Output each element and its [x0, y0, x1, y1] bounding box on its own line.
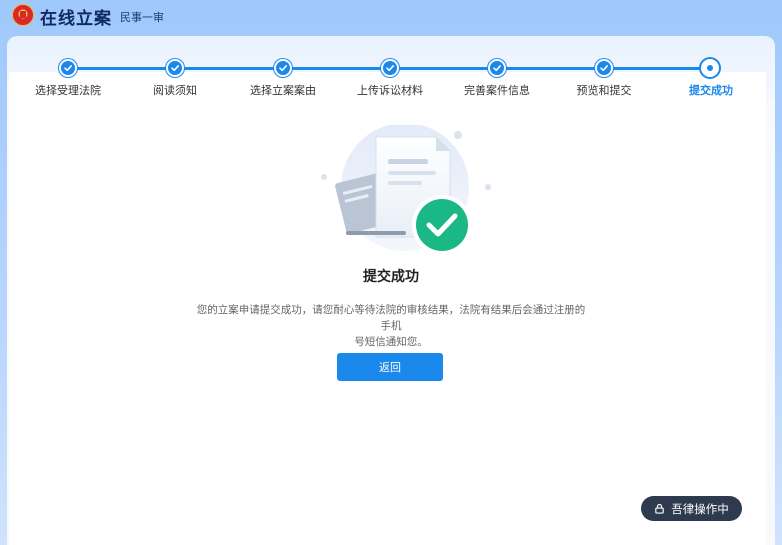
back-button[interactable]: 返回	[337, 353, 443, 381]
step-4-check-icon	[381, 59, 399, 77]
step-connector	[76, 67, 175, 70]
step-connector	[613, 67, 710, 70]
result-description-line-2: 号短信通知您。	[354, 336, 428, 348]
step-label-case-info: 完善案件信息	[464, 84, 530, 97]
step-7-current-icon	[701, 59, 719, 77]
step-connector	[292, 67, 391, 70]
step-label-preview: 预览和提交	[576, 84, 632, 97]
step-connector	[506, 67, 604, 70]
assistant-status-button[interactable]: 吾律操作中	[641, 496, 742, 521]
step-5-check-icon	[488, 59, 506, 77]
success-illustration-icon	[321, 125, 491, 255]
step-6-check-icon	[595, 59, 613, 77]
assistant-status-label: 吾律操作中	[671, 501, 729, 516]
step-label-cause: 选择立案案由	[250, 84, 316, 97]
step-3-check-icon	[274, 59, 292, 77]
step-connector	[399, 67, 497, 70]
step-label-notice: 阅读须知	[153, 84, 197, 97]
step-2-check-icon	[166, 59, 184, 77]
progress-stepper: 选择受理法院 阅读须知 选择立案案由 上传诉讼材料 完善案件信息 预览和提交 提…	[0, 0, 782, 110]
step-label-success: 提交成功	[689, 84, 733, 97]
result-description-line-1: 您的立案申请提交成功，请您耐心等待法院的审核结果，法院有结果后会通过注册的手机	[196, 304, 586, 332]
step-1-check-icon	[59, 59, 77, 77]
step-label-materials: 上传诉讼材料	[357, 84, 423, 97]
step-connector	[184, 67, 283, 70]
result-title: 提交成功	[363, 269, 419, 285]
result-description: 您的立案申请提交成功，请您耐心等待法院的审核结果，法院有结果后会通过注册的手机 …	[192, 302, 590, 350]
lock-icon	[655, 503, 665, 514]
step-label-court: 选择受理法院	[35, 84, 101, 97]
